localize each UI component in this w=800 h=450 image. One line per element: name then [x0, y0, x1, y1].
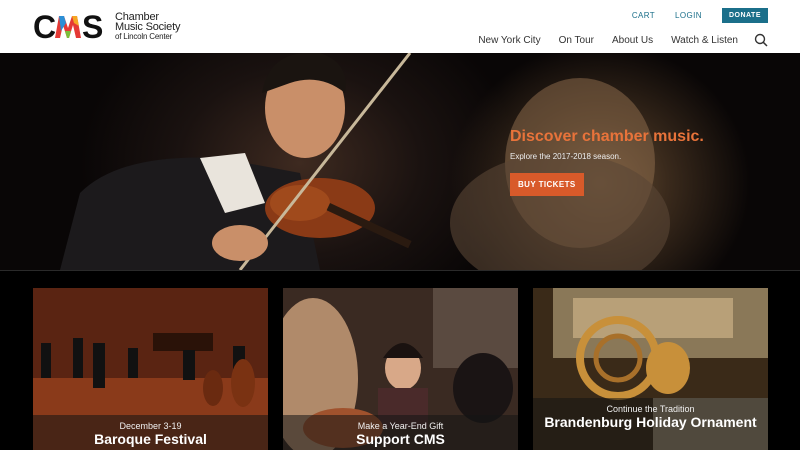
logo-wordmark: Chamber Music Society of Lincoln Center	[115, 12, 180, 42]
nav-item-about-us[interactable]: About Us	[612, 35, 653, 46]
utility-nav: CART LOGIN DONATE	[612, 8, 768, 23]
hero-title: Discover chamber music.	[510, 128, 704, 145]
feature-cards: December 3-19 Baroque Festival Make a Ye…	[0, 270, 800, 450]
card-title: Baroque Festival	[94, 431, 207, 447]
card-kicker: Continue the Tradition	[606, 404, 695, 414]
cart-link[interactable]: CART	[632, 11, 655, 20]
donate-button[interactable]: DONATE	[721, 8, 768, 23]
buy-tickets-button[interactable]: BUY TICKETS	[510, 173, 584, 196]
logo-line-3: of Lincoln Center	[115, 32, 173, 41]
login-link[interactable]: LOGIN	[675, 11, 702, 20]
svg-text:C: C	[33, 11, 56, 43]
main-nav: New York City On Tour About Us Watch & L…	[460, 33, 768, 47]
card-title: Support CMS	[356, 431, 445, 447]
svg-text:S: S	[82, 11, 103, 43]
site-header: C S Chamber Music Society of Lincoln Cen…	[0, 0, 800, 53]
card-brandenburg-ornament[interactable]: Continue the Tradition Brandenburg Holid…	[533, 288, 768, 450]
logo-line-2: Music Society	[115, 21, 181, 33]
card-caption: Make a Year-End Gift Support CMS	[283, 415, 518, 450]
search-icon[interactable]	[754, 33, 768, 47]
nav-item-new-york-city[interactable]: New York City	[478, 35, 540, 46]
page: C S Chamber Music Society of Lincoln Cen…	[0, 0, 800, 450]
card-support-cms[interactable]: Make a Year-End Gift Support CMS	[283, 288, 518, 450]
card-kicker: December 3-19	[119, 421, 182, 431]
card-title: Brandenburg Holiday Ornament	[544, 414, 757, 430]
cms-logo[interactable]: C S Chamber Music Society of Lincoln Cen…	[33, 11, 180, 43]
cms-logo-mark: C S	[33, 11, 103, 43]
nav-item-watch-listen[interactable]: Watch & Listen	[671, 35, 738, 46]
card-caption: December 3-19 Baroque Festival	[33, 415, 268, 450]
card-caption: Continue the Tradition Brandenburg Holid…	[533, 398, 768, 450]
nav-item-on-tour[interactable]: On Tour	[559, 35, 594, 46]
hero-banner: Discover chamber music. Explore the 2017…	[0, 53, 800, 270]
hero-subtitle: Explore the 2017-2018 season.	[510, 152, 622, 161]
hero-text: Discover chamber music. Explore the 2017…	[510, 128, 704, 196]
card-kicker: Make a Year-End Gift	[357, 421, 444, 431]
card-baroque-festival[interactable]: December 3-19 Baroque Festival	[33, 288, 268, 450]
